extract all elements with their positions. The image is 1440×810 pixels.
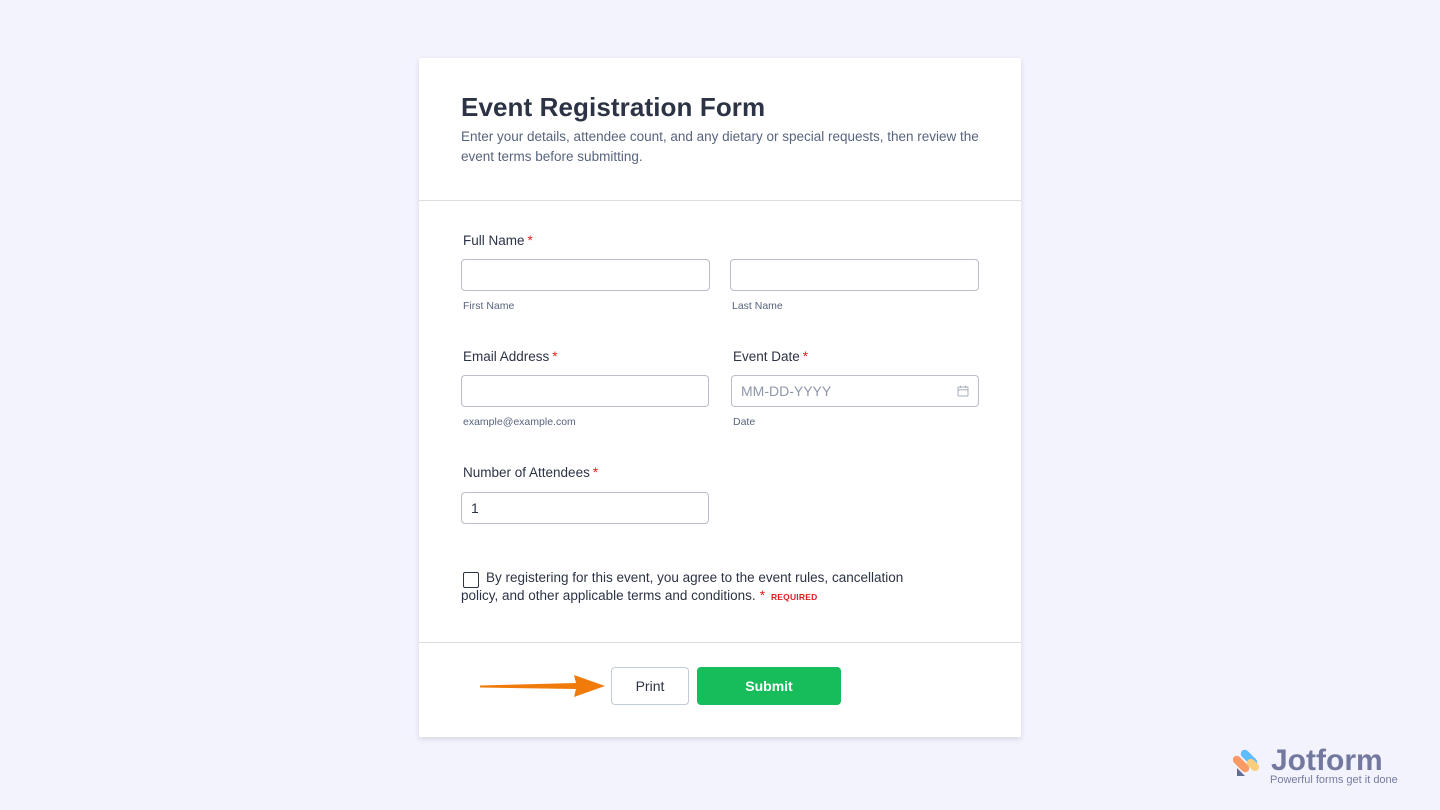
arrow-icon [480,675,605,697]
form-header: Event Registration Form Enter your detai… [419,58,1021,201]
brand-tagline: Powerful forms get it done [1270,774,1398,786]
print-button[interactable]: Print [611,667,689,705]
email-sublabel: example@example.com [463,416,576,428]
required-mark: * [527,233,533,248]
event-date-label: Event Date * [733,349,808,364]
event-date-label-text: Event Date [733,349,800,364]
jotform-brand: Jotform Powerful forms get it done [1233,744,1413,794]
submit-button[interactable]: Submit [697,667,841,705]
terms-text: By registering for this event, you agree… [461,569,931,606]
first-name-input[interactable] [461,259,710,291]
calendar-icon[interactable] [957,385,969,397]
jotform-logo-icon [1233,749,1260,776]
full-name-label-text: Full Name [463,233,525,248]
last-name-input[interactable] [730,259,979,291]
required-mark: * [802,349,809,364]
required-mark: * [759,588,765,603]
email-label-text: Email Address [463,349,550,364]
brand-name: Jotform [1271,744,1383,777]
event-date-sublabel: Date [733,416,756,428]
event-date-input[interactable]: MM-DD-YYYY [731,375,979,407]
full-name-label: Full Name * [463,233,533,248]
form-card: Event Registration Form Enter your detai… [419,58,1021,737]
required-tag: REQUIRED [770,592,818,602]
footer-divider [419,642,1021,643]
terms-text-content: By registering for this event, you agree… [461,570,904,603]
attendees-label: Number of Attendees * [463,465,598,480]
email-label: Email Address * [463,349,558,364]
first-name-sublabel: First Name [463,300,515,312]
attendees-input[interactable]: 1 [461,492,709,524]
form-title: Event Registration Form [461,92,766,122]
form-description: Enter your details, attendee count, and … [461,129,979,164]
email-input[interactable] [461,375,709,407]
required-mark: * [552,349,558,364]
last-name-sublabel: Last Name [732,300,783,312]
required-mark: * [592,465,599,480]
event-date-placeholder: MM-DD-YYYY [741,383,832,399]
attendees-label-text: Number of Attendees [463,465,590,480]
